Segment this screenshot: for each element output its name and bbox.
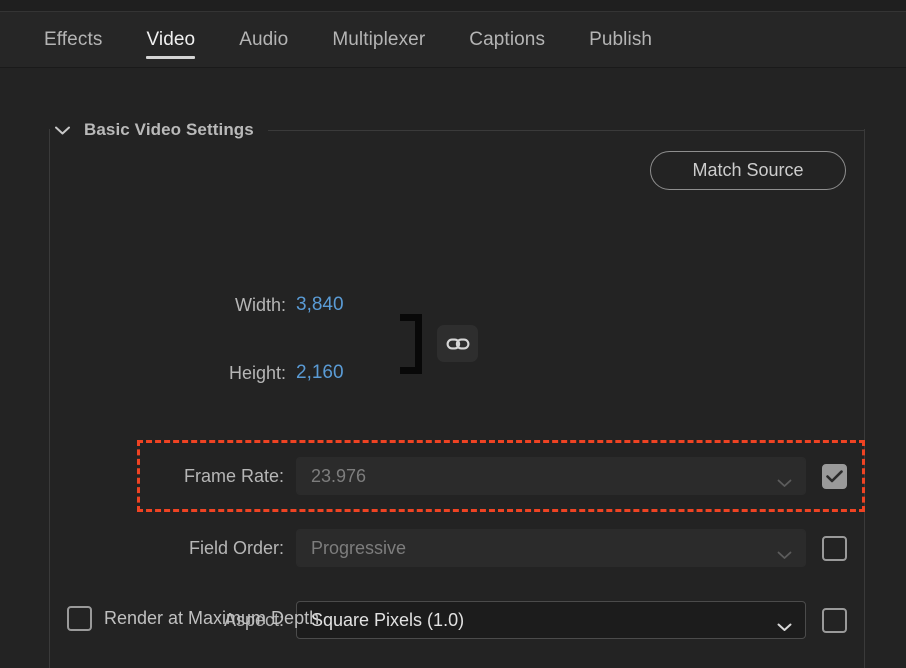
width-value[interactable]: 3,840: [296, 294, 344, 316]
chevron-down-icon: [777, 544, 792, 565]
tab-audio[interactable]: Audio: [217, 12, 310, 68]
render-at-maximum-depth-checkbox[interactable]: [67, 606, 92, 631]
width-row: Width: 3,840: [150, 294, 344, 316]
height-label: Height:: [228, 362, 286, 383]
height-row: Height: 2,160: [150, 362, 344, 384]
aspect-select[interactable]: Square Pixels (1.0): [296, 601, 806, 639]
field-order-row: Field Order: Progressive: [150, 529, 847, 567]
render-at-maximum-depth-label: Render at Maximum Depth: [104, 608, 320, 628]
tab-label: Multiplexer: [332, 28, 426, 50]
section-rule: [267, 130, 865, 131]
basic-video-settings-group: [49, 129, 865, 668]
tab-publish[interactable]: Publish: [567, 12, 674, 68]
field-order-select[interactable]: Progressive: [296, 529, 806, 567]
tab-label: Audio: [239, 28, 289, 50]
tab-label: Effects: [44, 28, 103, 50]
frame-rate-label: Frame Rate:: [183, 465, 284, 486]
window-top-strip: [0, 0, 906, 11]
frame-rate-value: 23.976: [311, 465, 367, 486]
tab-bar: Effects Video Audio Multiplexer Captions…: [0, 11, 906, 68]
render-at-maximum-depth-row[interactable]: Render at Maximum Depth: [67, 606, 319, 631]
tab-captions[interactable]: Captions: [447, 12, 567, 68]
width-label: Width:: [234, 294, 286, 315]
tab-effects[interactable]: Effects: [22, 12, 124, 68]
tab-label: Publish: [589, 28, 653, 50]
chevron-down-icon[interactable]: [55, 126, 70, 135]
basic-video-settings-header[interactable]: Basic Video Settings: [55, 118, 865, 142]
frame-rate-select[interactable]: 23.976: [296, 457, 806, 495]
height-value[interactable]: 2,160: [296, 362, 344, 384]
frame-rate-row: Frame Rate: 23.976: [150, 457, 847, 495]
tab-label: Captions: [469, 28, 546, 50]
field-order-checkbox[interactable]: [822, 535, 847, 561]
aspect-checkbox[interactable]: [822, 607, 847, 633]
tab-multiplexer[interactable]: Multiplexer: [310, 12, 447, 68]
video-settings-panel: Basic Video Settings Match Source Width:…: [0, 68, 906, 668]
link-chain-icon[interactable]: [437, 325, 478, 362]
field-order-value: Progressive: [311, 537, 407, 558]
section-title: Basic Video Settings: [84, 120, 254, 139]
aspect-value: Square Pixels (1.0): [311, 609, 465, 630]
frame-rate-checkbox[interactable]: [822, 463, 847, 489]
field-order-label: Field Order:: [188, 537, 284, 558]
tab-video[interactable]: Video: [124, 12, 217, 68]
aspect-link-bracket: [400, 314, 422, 374]
chevron-down-icon: [777, 472, 792, 493]
tab-label: Video: [146, 28, 196, 50]
match-source-button[interactable]: Match Source: [650, 151, 846, 190]
chevron-down-icon: [777, 616, 792, 637]
